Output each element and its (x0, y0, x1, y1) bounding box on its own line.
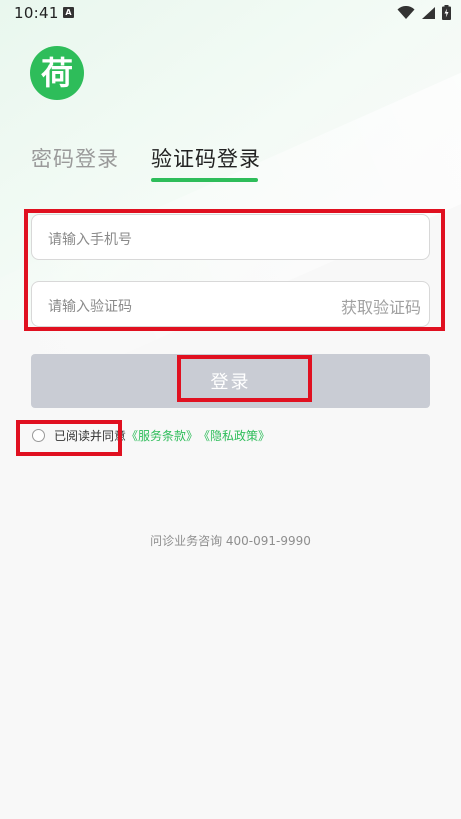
status-bar: 10:41 A (0, 0, 461, 26)
notification-icon: A (63, 7, 74, 18)
annotation-box-agreement (16, 420, 122, 456)
status-icons (397, 5, 451, 20)
tab-code-login[interactable]: 验证码登录 (151, 143, 261, 173)
signal-icon (422, 6, 435, 19)
annotation-box-login (177, 355, 312, 402)
tab-password-login[interactable]: 密码登录 (31, 143, 119, 173)
wifi-icon (397, 5, 415, 19)
app-logo: 荷 (30, 46, 84, 100)
tab-active-indicator (151, 178, 258, 182)
consult-hotline: 问诊业务咨询 400-091-9990 (150, 534, 311, 548)
annotation-box-inputs (24, 209, 445, 331)
battery-icon (442, 5, 451, 20)
status-time: 10:41 (14, 4, 59, 22)
login-page: 10:41 A 荷 密码登录 验证码登录 请输入手机号 请输入验证码 获取验证码… (0, 0, 461, 819)
service-terms-link[interactable]: 《服务条款》 (126, 427, 198, 444)
privacy-policy-link[interactable]: 《隐私政策》 (198, 427, 270, 444)
